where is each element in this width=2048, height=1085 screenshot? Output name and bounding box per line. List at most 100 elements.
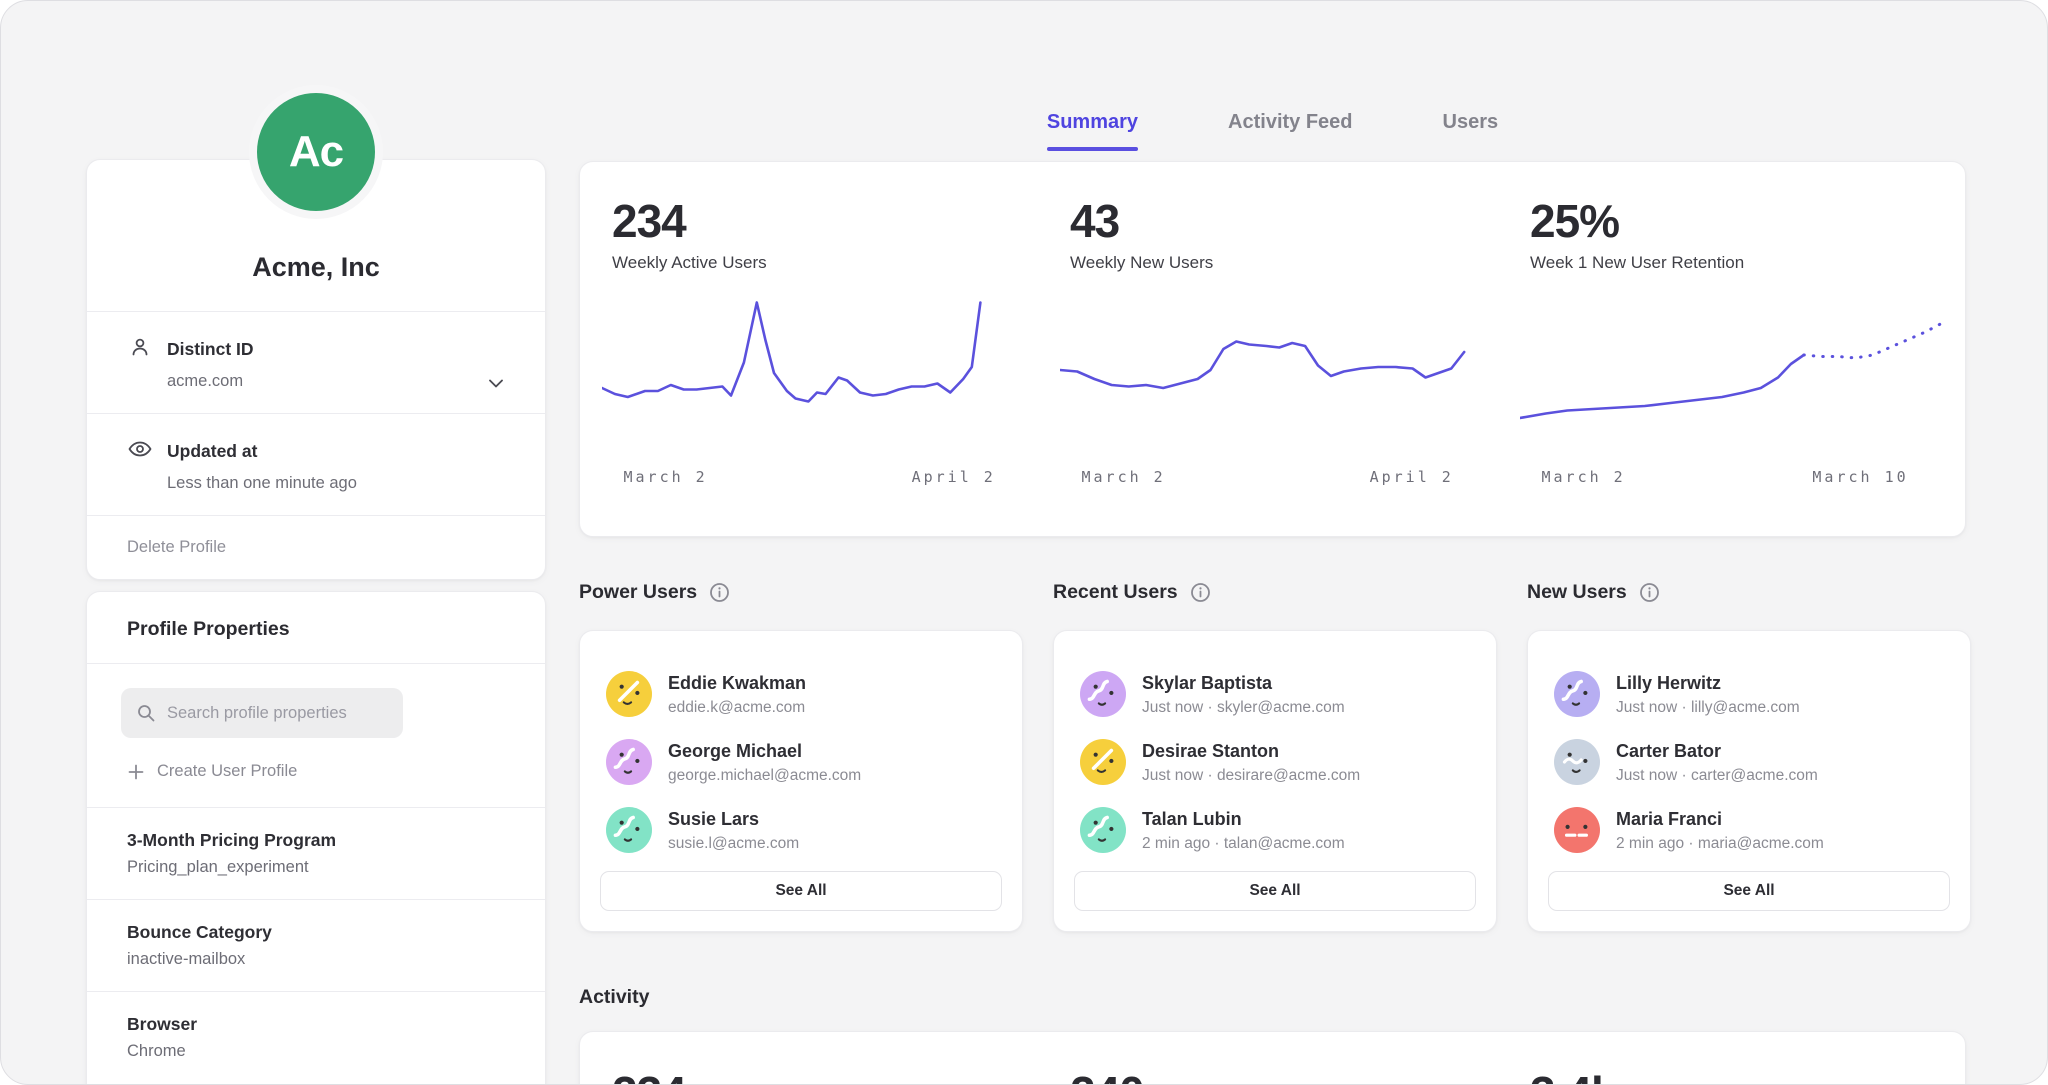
user-meta: eddie.k@acme.com bbox=[668, 699, 806, 717]
user-row[interactable]: Susie Lars susie.l@acme.com bbox=[606, 801, 996, 869]
user-name: George Michael bbox=[668, 739, 861, 762]
x-axis-label: April 2 bbox=[912, 468, 996, 486]
tab-activity-feed[interactable]: Activity Feed bbox=[1228, 111, 1352, 151]
user-row[interactable]: George Michael george.michael@acme.com bbox=[606, 733, 996, 801]
user-meta: 2 min ago · maria@acme.com bbox=[1616, 835, 1824, 853]
power-users-card: Eddie Kwakman eddie.k@acme.com bbox=[579, 630, 1023, 932]
power-users-block: Power Users bbox=[579, 581, 1023, 932]
stat-label: Weekly New Users bbox=[1070, 253, 1500, 273]
user-avatar bbox=[1554, 739, 1600, 785]
property-value: Chrome bbox=[127, 1042, 505, 1061]
plus-icon bbox=[127, 763, 145, 781]
avatar-face-icon bbox=[606, 807, 652, 853]
user-avatar bbox=[1554, 671, 1600, 717]
stat-label: Week 1 New User Retention bbox=[1530, 253, 1960, 273]
delete-profile-button[interactable]: Delete Profile bbox=[87, 515, 545, 579]
user-avatar bbox=[606, 739, 652, 785]
user-meta: Just now · carter@acme.com bbox=[1616, 767, 1818, 785]
user-row[interactable]: Carter Bator Just now · carter@acme.com bbox=[1554, 733, 1944, 801]
avatar-face-icon bbox=[1080, 739, 1126, 785]
summary-stats-card: 234 Weekly Active Users 43 Weekly New Us… bbox=[579, 161, 1966, 537]
company-avatar-initials: Ac bbox=[289, 127, 343, 177]
user-avatar bbox=[1554, 807, 1600, 853]
stat-week1-retention: 25% Week 1 New User Retention bbox=[1530, 194, 1960, 273]
avatar-face-icon bbox=[606, 671, 652, 717]
person-icon bbox=[127, 334, 153, 365]
user-name: Skylar Baptista bbox=[1142, 671, 1345, 694]
user-avatar bbox=[606, 807, 652, 853]
tab-summary[interactable]: Summary bbox=[1047, 111, 1138, 151]
user-meta: susie.l@acme.com bbox=[668, 835, 799, 853]
user-name: Lilly Herwitz bbox=[1616, 671, 1800, 694]
avatar-face-icon bbox=[1554, 739, 1600, 785]
stat-value: 43 bbox=[1070, 194, 1500, 248]
company-avatar: Ac bbox=[249, 85, 383, 219]
property-value: Pricing_plan_experiment bbox=[127, 858, 505, 877]
avatar-face-icon bbox=[1554, 807, 1600, 853]
user-row[interactable]: Maria Franci 2 min ago · maria@acme.com bbox=[1554, 801, 1944, 869]
tab-activity-feed-label: Activity Feed bbox=[1228, 111, 1352, 133]
updated-at-row: Updated at Less than one minute ago bbox=[87, 413, 545, 515]
user-avatar bbox=[1080, 807, 1126, 853]
tab-users[interactable]: Users bbox=[1443, 111, 1499, 151]
activity-card: 234 240 3.4k bbox=[579, 1031, 1966, 1085]
x-axis-label: March 2 bbox=[1542, 468, 1626, 486]
info-icon[interactable] bbox=[1190, 582, 1211, 603]
property-row-bounce-category[interactable]: Bounce Category inactive-mailbox bbox=[87, 899, 545, 991]
property-label: Bounce Category bbox=[127, 922, 505, 943]
tab-underline-placeholder bbox=[1228, 147, 1352, 151]
stat-value: 25% bbox=[1530, 194, 1960, 248]
activity-metric: 234 bbox=[612, 1066, 686, 1085]
tab-underline-placeholder bbox=[1443, 147, 1499, 151]
stat-value: 234 bbox=[612, 194, 1042, 248]
user-row[interactable]: Eddie Kwakman eddie.k@acme.com bbox=[606, 665, 996, 733]
user-lists-row: Power Users bbox=[579, 581, 1971, 932]
avatar-face-icon bbox=[1080, 671, 1126, 717]
property-row-pricing-program[interactable]: 3-Month Pricing Program Pricing_plan_exp… bbox=[87, 807, 545, 899]
see-all-button[interactable]: See All bbox=[1548, 871, 1950, 911]
see-all-button[interactable]: See All bbox=[1074, 871, 1476, 911]
user-row[interactable]: Skylar Baptista Just now · skyler@acme.c… bbox=[1080, 665, 1470, 733]
active-tab-underline bbox=[1047, 147, 1138, 151]
profile-properties-search bbox=[121, 688, 403, 738]
avatar-face-icon bbox=[1554, 671, 1600, 717]
user-name: Eddie Kwakman bbox=[668, 671, 806, 694]
recent-users-block: Recent Users bbox=[1053, 581, 1497, 932]
tab-bar: Summary Activity Feed Users bbox=[579, 111, 1966, 151]
activity-metric: 240 bbox=[1070, 1066, 1144, 1085]
user-avatar bbox=[1080, 671, 1126, 717]
create-user-profile-button[interactable]: Create User Profile bbox=[87, 738, 545, 807]
updated-at-label: Updated at bbox=[167, 441, 257, 462]
user-meta: Just now · lilly@acme.com bbox=[1616, 699, 1800, 717]
activity-metric: 3.4k bbox=[1530, 1066, 1616, 1085]
property-value: inactive-mailbox bbox=[127, 950, 505, 969]
profile-properties-card: Profile Properties Create User Profile 3… bbox=[86, 591, 546, 1085]
see-all-button[interactable]: See All bbox=[600, 871, 1002, 911]
stat-label: Weekly Active Users bbox=[612, 253, 1042, 273]
weekly-new-users-chart: March 2April 2 bbox=[1060, 292, 1490, 497]
user-row[interactable]: Talan Lubin 2 min ago · talan@acme.com bbox=[1080, 801, 1470, 869]
user-meta: Just now · skyler@acme.com bbox=[1142, 699, 1345, 717]
user-meta: Just now · desirare@acme.com bbox=[1142, 767, 1360, 785]
new-users-card: Lilly Herwitz Just now · lilly@acme.com bbox=[1527, 630, 1971, 932]
new-users-title: New Users bbox=[1527, 581, 1627, 604]
chevron-down-icon[interactable] bbox=[485, 372, 507, 399]
x-axis-label: April 2 bbox=[1370, 468, 1454, 486]
user-name: Talan Lubin bbox=[1142, 807, 1345, 830]
property-row-browser[interactable]: Browser Chrome bbox=[87, 991, 545, 1083]
search-input[interactable] bbox=[121, 688, 403, 738]
distinct-id-row: Distinct ID acme.com bbox=[87, 311, 545, 413]
property-label: Browser bbox=[127, 1014, 505, 1035]
profile-properties-title: Profile Properties bbox=[87, 592, 545, 663]
search-icon bbox=[136, 703, 156, 723]
info-icon[interactable] bbox=[709, 582, 730, 603]
app-window: Ac Acme, Inc Distinct ID acme.com bbox=[0, 0, 2048, 1085]
power-users-title: Power Users bbox=[579, 581, 697, 604]
user-row[interactable]: Desirae Stanton Just now · desirare@acme… bbox=[1080, 733, 1470, 801]
week1-retention-chart: March 2March 10 bbox=[1520, 292, 1950, 497]
avatar-face-icon bbox=[606, 739, 652, 785]
avatar-face-icon bbox=[1080, 807, 1126, 853]
info-icon[interactable] bbox=[1639, 582, 1660, 603]
new-users-block: New Users bbox=[1527, 581, 1971, 932]
user-row[interactable]: Lilly Herwitz Just now · lilly@acme.com bbox=[1554, 665, 1944, 733]
